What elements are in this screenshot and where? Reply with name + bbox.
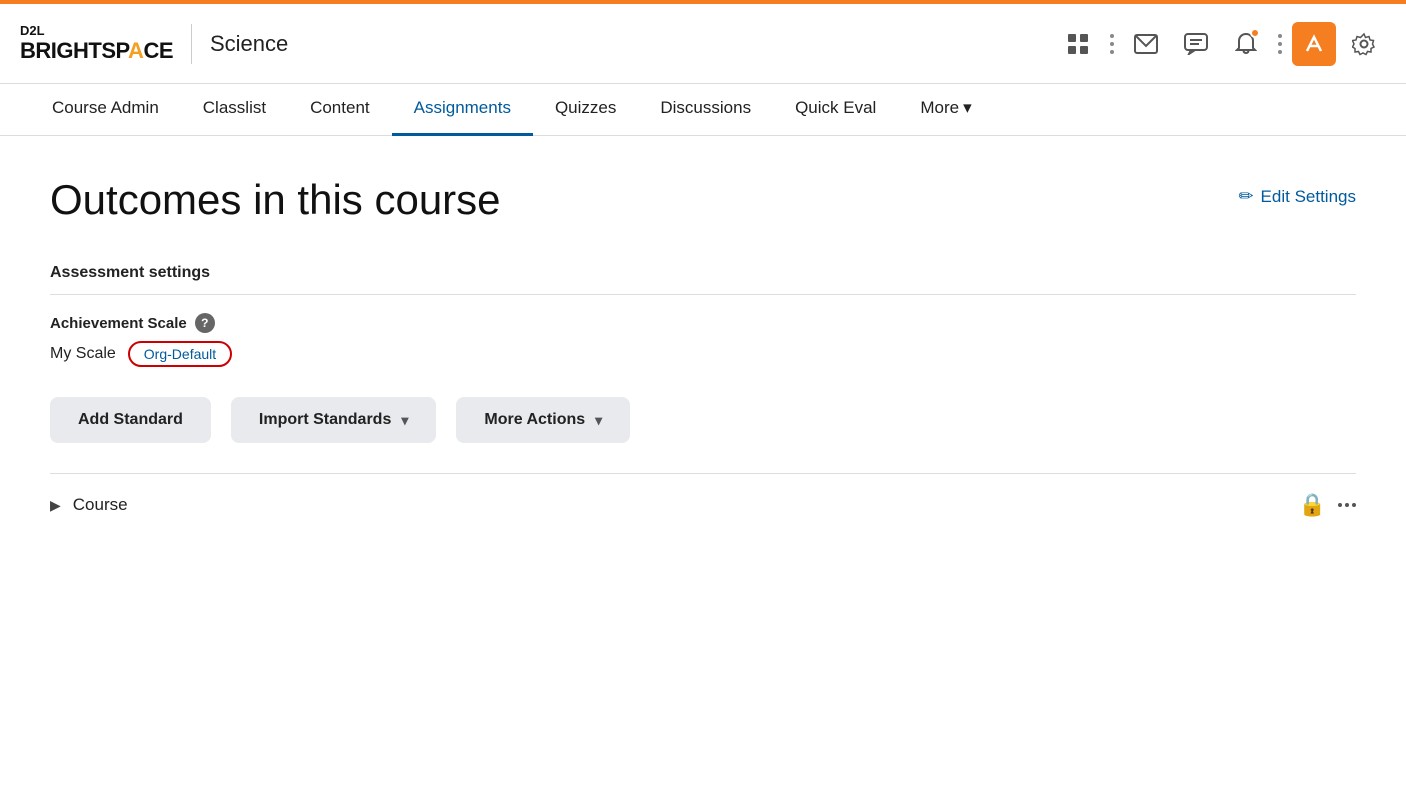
settings-icon-button[interactable] bbox=[1342, 22, 1386, 66]
gear-icon bbox=[1352, 32, 1376, 56]
action-buttons-row: Add Standard Import Standards ▾ More Act… bbox=[50, 397, 1356, 443]
chat-icon-button[interactable] bbox=[1174, 22, 1218, 66]
assessment-settings-section: Assessment settings Achievement Scale ? … bbox=[50, 264, 1356, 367]
navbar: Course Admin Classlist Content Assignmen… bbox=[0, 84, 1406, 136]
nav-item-content[interactable]: Content bbox=[288, 84, 392, 136]
chat-icon bbox=[1184, 33, 1208, 55]
achievement-scale-label-row: Achievement Scale ? bbox=[50, 313, 1356, 333]
edit-settings-label: Edit Settings bbox=[1261, 187, 1356, 207]
nav-item-quizzes[interactable]: Quizzes bbox=[533, 84, 638, 136]
grid-icon-button[interactable] bbox=[1056, 22, 1100, 66]
nav-item-assignments[interactable]: Assignments bbox=[392, 84, 533, 136]
grid-icon bbox=[1067, 33, 1089, 55]
my-scale-row: My Scale Org-Default bbox=[50, 341, 1356, 367]
active-nav-button[interactable] bbox=[1292, 22, 1336, 66]
page-title: Outcomes in this course bbox=[50, 176, 501, 224]
section-title: Assessment settings bbox=[50, 264, 1356, 282]
import-standards-chevron-icon: ▾ bbox=[401, 412, 408, 429]
nav-item-classlist[interactable]: Classlist bbox=[181, 84, 288, 136]
pencil-icon: ✏ bbox=[1238, 186, 1253, 207]
org-default-badge[interactable]: Org-Default bbox=[128, 341, 232, 367]
more-actions-chevron-icon: ▾ bbox=[595, 412, 602, 429]
nav-item-more[interactable]: More ▾ bbox=[898, 84, 993, 136]
logo-a-letter: A bbox=[128, 38, 143, 63]
nav-item-course-admin[interactable]: Course Admin bbox=[30, 84, 181, 136]
nav-more-chevron-icon: ▾ bbox=[963, 98, 972, 118]
course-title: Science bbox=[210, 31, 288, 57]
topbar-right bbox=[1056, 22, 1386, 66]
logo-d2l-text: D2L bbox=[20, 24, 173, 38]
lock-icon[interactable]: 🔒 bbox=[1299, 492, 1326, 518]
notification-dot bbox=[1250, 28, 1260, 38]
topbar-dots-1[interactable] bbox=[1106, 24, 1118, 64]
import-standards-button[interactable]: Import Standards ▾ bbox=[231, 397, 437, 443]
section-divider-top bbox=[50, 294, 1356, 295]
topbar-dots-2[interactable] bbox=[1274, 24, 1286, 64]
logo-brightspace-text: BRIGHTSPACE bbox=[20, 39, 173, 63]
course-row-ellipsis-button[interactable] bbox=[1338, 503, 1356, 507]
logo[interactable]: D2L BRIGHTSPACE bbox=[20, 24, 173, 62]
course-row-right: 🔒 bbox=[1299, 492, 1356, 518]
mail-icon-button[interactable] bbox=[1124, 22, 1168, 66]
more-actions-button[interactable]: More Actions ▾ bbox=[456, 397, 630, 443]
page-header: Outcomes in this course ✏ Edit Settings bbox=[50, 176, 1356, 224]
expand-course-button[interactable]: ▶ bbox=[50, 497, 61, 514]
edit-settings-button[interactable]: ✏ Edit Settings bbox=[1238, 186, 1356, 207]
topbar-left: D2L BRIGHTSPACE Science bbox=[20, 24, 288, 64]
add-standard-label: Add Standard bbox=[78, 411, 183, 429]
my-scale-label: My Scale bbox=[50, 345, 116, 363]
course-row-left: ▶ Course bbox=[50, 495, 128, 515]
add-standard-button[interactable]: Add Standard bbox=[50, 397, 211, 443]
nav-item-discussions[interactable]: Discussions bbox=[638, 84, 773, 136]
more-actions-label: More Actions bbox=[484, 411, 585, 429]
topbar-divider bbox=[191, 24, 192, 64]
arrow-icon bbox=[1303, 33, 1325, 55]
course-row-label: Course bbox=[73, 495, 128, 515]
topbar: D2L BRIGHTSPACE Science bbox=[0, 4, 1406, 84]
help-icon[interactable]: ? bbox=[195, 313, 215, 333]
mail-icon bbox=[1134, 34, 1158, 54]
course-row: ▶ Course 🔒 bbox=[50, 474, 1356, 536]
import-standards-label: Import Standards bbox=[259, 411, 391, 429]
achievement-row: Achievement Scale ? My Scale Org-Default bbox=[50, 313, 1356, 367]
bell-icon-button[interactable] bbox=[1224, 22, 1268, 66]
main-content: Outcomes in this course ✏ Edit Settings … bbox=[0, 136, 1406, 536]
achievement-scale-text: Achievement Scale bbox=[50, 315, 187, 332]
nav-item-quick-eval[interactable]: Quick Eval bbox=[773, 84, 898, 136]
